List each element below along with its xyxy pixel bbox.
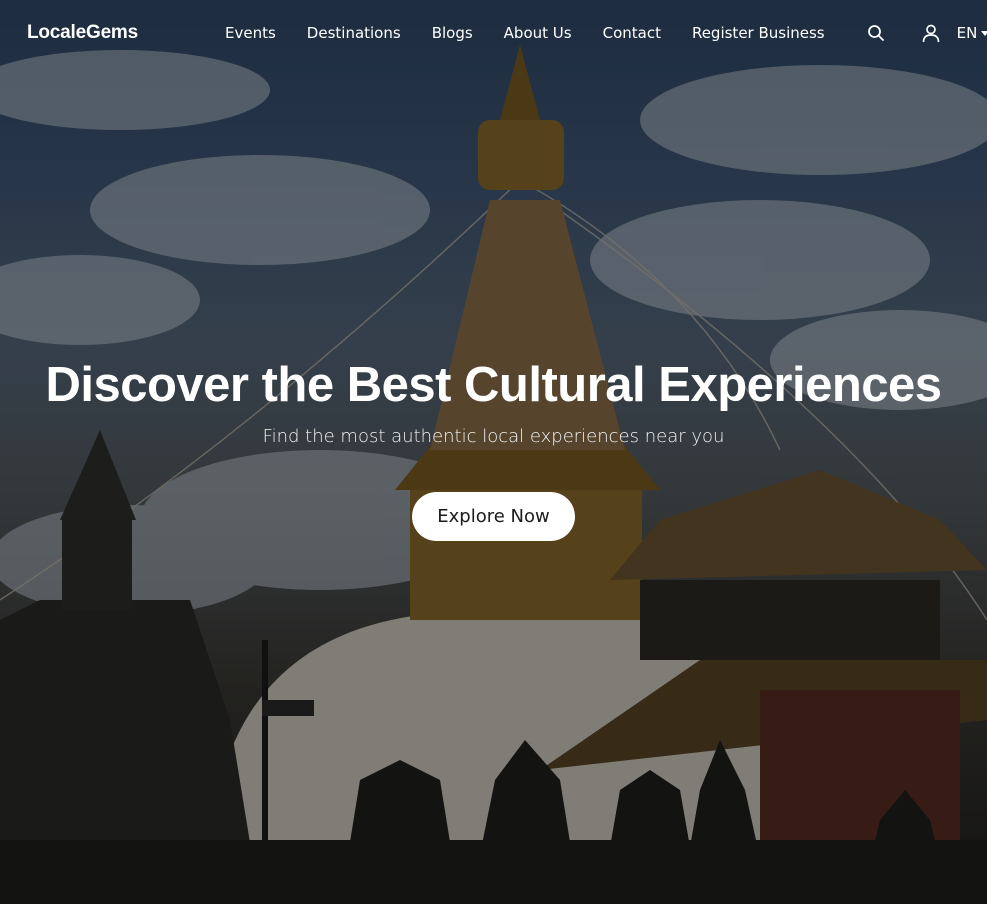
nav-icons: EN	[865, 22, 987, 44]
nav-link-blogs[interactable]: Blogs	[432, 24, 473, 42]
user-icon[interactable]	[920, 22, 942, 44]
language-selector[interactable]: EN	[957, 24, 987, 42]
search-icon[interactable]	[865, 22, 887, 44]
hero-content: Discover the Best Cultural Experiences F…	[0, 352, 987, 541]
nav-link-destinations[interactable]: Destinations	[307, 24, 401, 42]
nav-link-events[interactable]: Events	[225, 24, 276, 42]
hero-title: Discover the Best Cultural Experiences	[45, 358, 942, 412]
language-label: EN	[956, 24, 978, 42]
nav-link-about-us[interactable]: About Us	[504, 24, 572, 42]
explore-now-button[interactable]: Explore Now	[412, 492, 575, 541]
caret-down-icon	[981, 30, 987, 36]
hero-subtitle: Find the most authentic local experience…	[262, 426, 725, 447]
nav-link-contact[interactable]: Contact	[603, 24, 661, 42]
navbar: LocaleGems Events Destinations Blogs Abo…	[0, 0, 987, 66]
hero-section: LocaleGems Events Destinations Blogs Abo…	[0, 0, 987, 904]
nav-link-register-business[interactable]: Register Business	[692, 24, 825, 42]
brand-logo[interactable]: LocaleGems	[27, 22, 138, 44]
nav-links: Events Destinations Blogs About Us Conta…	[225, 24, 825, 42]
